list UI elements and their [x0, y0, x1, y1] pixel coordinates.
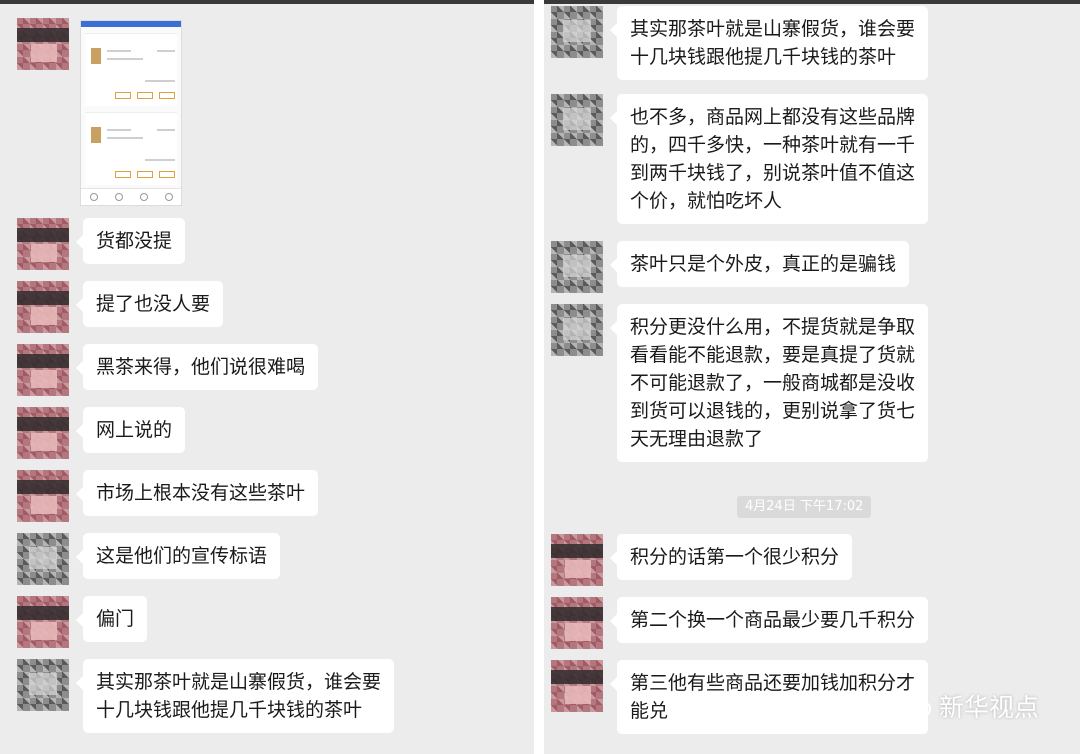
- chat-message[interactable]: 积分的话第一个很少积分: [551, 534, 853, 586]
- chat-message[interactable]: 提了也没人要: [17, 281, 224, 333]
- avatar[interactable]: [551, 534, 603, 586]
- wechat-icon: [896, 692, 931, 718]
- chat-message[interactable]: 市场上根本没有这些茶叶: [17, 470, 319, 522]
- message-bubble[interactable]: 其实那茶叶就是山寨假货，谁会要 十几块钱跟他提几千块钱的茶叶: [609, 6, 929, 80]
- avatar[interactable]: [551, 94, 603, 146]
- avatar[interactable]: [17, 533, 69, 585]
- message-bubble[interactable]: 货都没提: [75, 218, 186, 264]
- chat-message-image[interactable]: [17, 18, 69, 70]
- message-bubble[interactable]: 市场上根本没有这些茶叶: [75, 470, 319, 516]
- avatar[interactable]: [551, 304, 603, 356]
- avatar[interactable]: [17, 281, 69, 333]
- chat-message[interactable]: 网上说的: [17, 407, 186, 459]
- message-bubble[interactable]: 其实那茶叶就是山寨假货，谁会要 十几块钱跟他提几千块钱的茶叶: [75, 659, 395, 733]
- chat-message[interactable]: 第二个换一个商品最少要几千积分: [551, 597, 929, 649]
- avatar[interactable]: [551, 241, 603, 293]
- message-bubble[interactable]: 积分的话第一个很少积分: [609, 534, 853, 580]
- avatar[interactable]: [17, 659, 69, 711]
- message-bubble[interactable]: 提了也没人要: [75, 281, 224, 327]
- chat-message[interactable]: 第三他有些商品还要加钱加积分才 能兑: [551, 660, 929, 734]
- message-bubble[interactable]: 黑茶来得，他们说很难喝: [75, 344, 319, 390]
- chat-message[interactable]: 积分更没什么用，不提货就是争取 看看能不能退款，要是真提了货就 不可能退款了，一…: [551, 304, 929, 462]
- avatar[interactable]: [17, 18, 69, 70]
- chat-message[interactable]: 偏门: [17, 596, 148, 648]
- message-bubble[interactable]: 第二个换一个商品最少要几千积分: [609, 597, 929, 643]
- watermark: 新华视点: [895, 688, 1039, 724]
- avatar[interactable]: [551, 6, 603, 58]
- avatar[interactable]: [17, 407, 69, 459]
- left-chat-panel: 货都没提 提了也没人要 黑茶来得，他们说很难喝 网上说的 市场上根本没有这些茶叶…: [0, 0, 534, 754]
- chat-message[interactable]: 也不多，商品网上都没有这些品牌 的，四千多快，一种茶叶就有一千 到两千块钱了，别…: [551, 94, 929, 224]
- avatar[interactable]: [551, 597, 603, 649]
- message-bubble[interactable]: 第三他有些商品还要加钱加积分才 能兑: [609, 660, 929, 734]
- message-bubble[interactable]: 茶叶只是个外皮，真正的是骗钱: [609, 241, 910, 287]
- chat-message[interactable]: 黑茶来得，他们说很难喝: [17, 344, 319, 396]
- avatar[interactable]: [551, 660, 603, 712]
- message-bubble[interactable]: 这是他们的宣传标语: [75, 533, 281, 579]
- right-chat-panel: 其实那茶叶就是山寨假货，谁会要 十几块钱跟他提几千块钱的茶叶 也不多，商品网上都…: [544, 0, 1080, 754]
- avatar[interactable]: [17, 218, 69, 270]
- message-timestamp: 4月24日 下午17:02: [737, 496, 872, 518]
- chat-message[interactable]: 货都没提: [17, 218, 186, 270]
- avatar[interactable]: [17, 344, 69, 396]
- message-bubble[interactable]: 偏门: [75, 596, 148, 642]
- message-bubble[interactable]: 网上说的: [75, 407, 186, 453]
- chat-message[interactable]: 茶叶只是个外皮，真正的是骗钱: [551, 241, 910, 293]
- shared-screenshot-image[interactable]: [80, 20, 182, 206]
- chat-message[interactable]: 这是他们的宣传标语: [17, 533, 281, 585]
- message-bubble[interactable]: 也不多，商品网上都没有这些品牌 的，四千多快，一种茶叶就有一千 到两千块钱了，别…: [609, 94, 929, 224]
- avatar[interactable]: [17, 596, 69, 648]
- message-bubble[interactable]: 积分更没什么用，不提货就是争取 看看能不能退款，要是真提了货就 不可能退款了，一…: [609, 304, 929, 462]
- chat-message[interactable]: 其实那茶叶就是山寨假货，谁会要 十几块钱跟他提几千块钱的茶叶: [17, 659, 395, 733]
- avatar[interactable]: [17, 470, 69, 522]
- watermark-text: 新华视点: [939, 693, 1040, 722]
- chat-message[interactable]: 其实那茶叶就是山寨假货，谁会要 十几块钱跟他提几千块钱的茶叶: [551, 6, 929, 80]
